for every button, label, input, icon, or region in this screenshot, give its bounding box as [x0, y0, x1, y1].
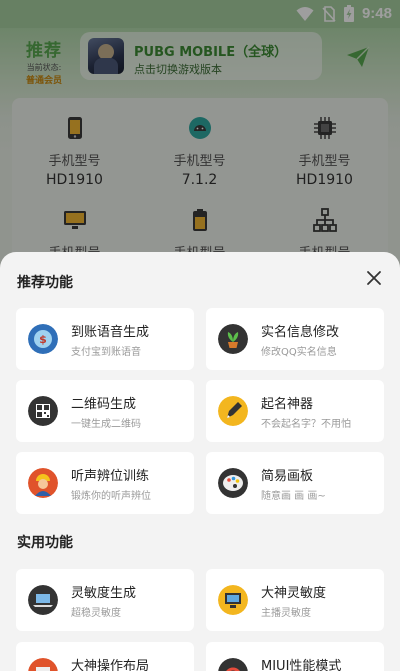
palette-icon	[218, 468, 248, 498]
worker-icon	[28, 468, 58, 498]
section-title-practical: 实用功能	[17, 535, 73, 551]
monitor-icon	[28, 658, 58, 671]
feature-item-qrcode[interactable]: 二维码生成 一键生成二维码	[16, 380, 194, 442]
voice-icon: $	[28, 324, 58, 354]
feature-item-drawing[interactable]: 简易画板 随意画 画 画~	[206, 452, 384, 514]
feature-item-listening[interactable]: 听声辨位训练 锻炼你的听声辨位	[16, 452, 194, 514]
svg-text:$: $	[39, 333, 47, 346]
feature-item-miui[interactable]: MIUI性能模式	[206, 642, 384, 671]
feature-item-layout[interactable]: 大神操作布局	[16, 642, 194, 671]
desktop-icon	[218, 585, 248, 615]
feature-item-realname[interactable]: 实名信息修改 修改QQ实名信息	[206, 308, 384, 370]
plant-icon	[218, 324, 248, 354]
close-icon[interactable]	[364, 268, 384, 288]
feature-item-sensitivity[interactable]: 灵敏度生成 超稳灵敏度	[16, 569, 194, 631]
gauge-icon	[218, 658, 248, 671]
section-title-recommended: 推荐功能	[17, 275, 73, 291]
feature-item-pro-sensitivity[interactable]: 大神灵敏度 主播灵敏度	[206, 569, 384, 631]
laptop-icon	[28, 585, 58, 615]
feature-bottom-sheet: 推荐功能 $ 到账语音生成 支付宝到账语音 实名信息修改 修改QQ实名信息 二维	[0, 252, 400, 671]
feature-item-voice[interactable]: $ 到账语音生成 支付宝到账语音	[16, 308, 194, 370]
feature-item-naming[interactable]: 起名神器 不会起名字？不用怕	[206, 380, 384, 442]
qrcode-icon	[28, 396, 58, 426]
pen-icon	[218, 396, 248, 426]
